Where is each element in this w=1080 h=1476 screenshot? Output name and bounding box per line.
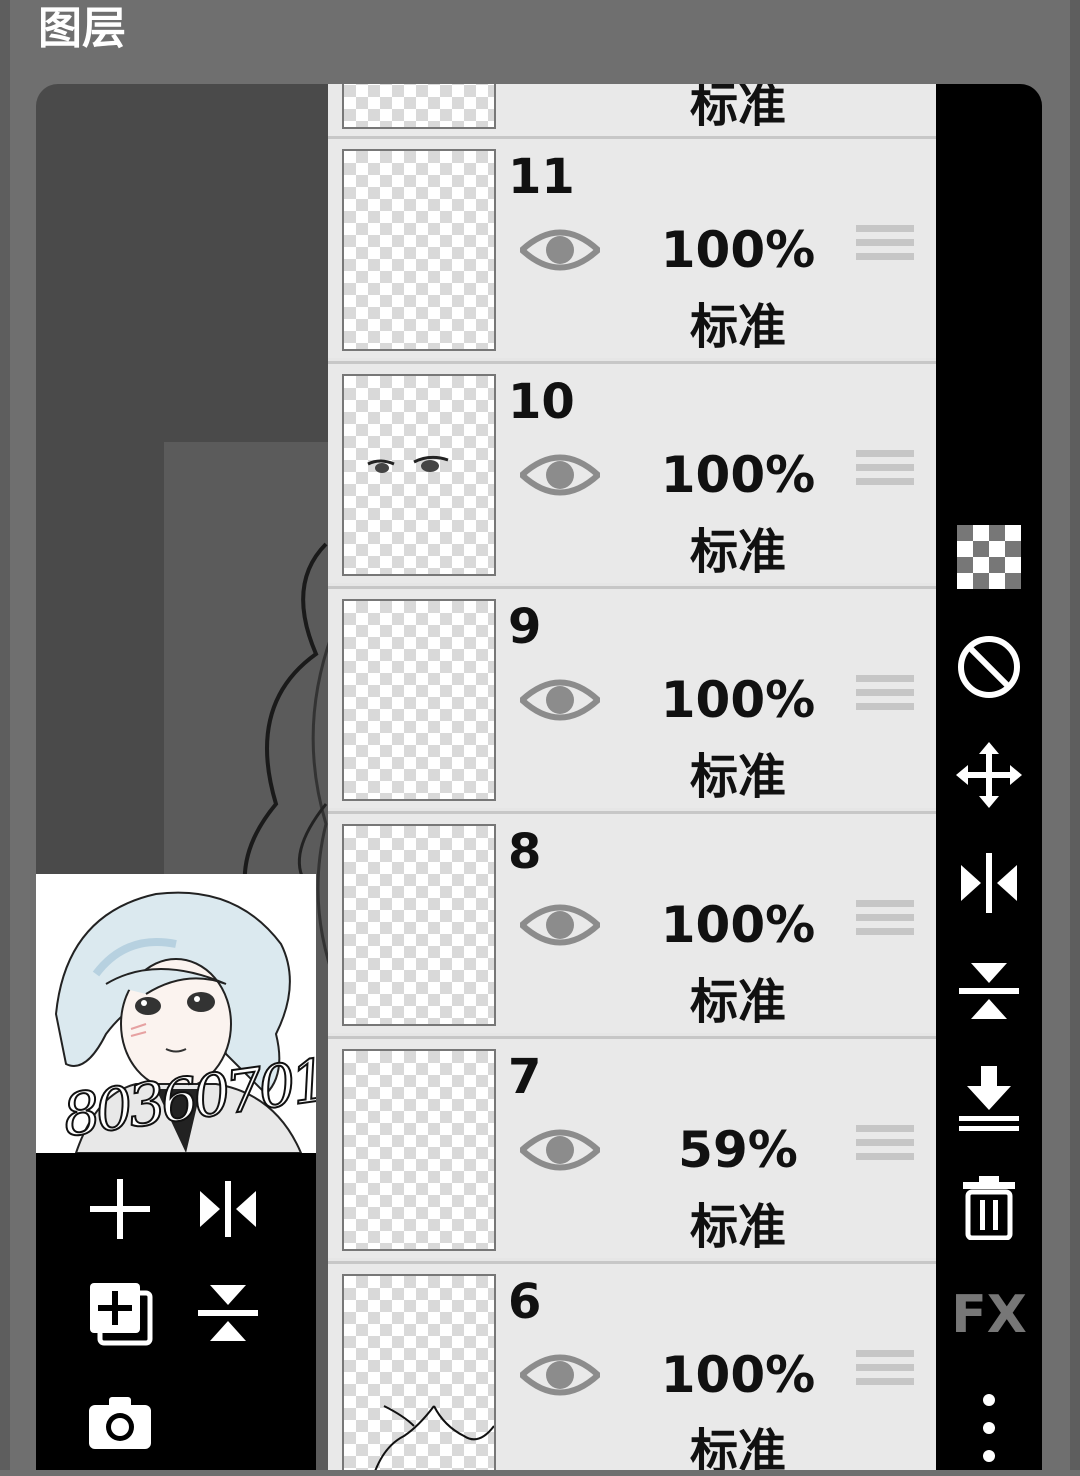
- layer-number: 10: [508, 374, 575, 430]
- layer-row[interactable]: 标准: [328, 84, 936, 136]
- layer-blend-mode[interactable]: 标准: [633, 287, 843, 357]
- layer-blend-mode[interactable]: 标准: [633, 84, 843, 135]
- layer-row[interactable]: 7 59% 标准: [328, 1036, 936, 1258]
- layer-thumbnail: [342, 824, 496, 1026]
- layer-blend-mode[interactable]: 标准: [633, 1412, 843, 1470]
- layer-opacity[interactable]: 100%: [633, 671, 843, 729]
- layer-number: 8: [508, 824, 542, 880]
- drag-handle-icon[interactable]: [856, 225, 914, 267]
- drag-handle-icon[interactable]: [856, 900, 914, 942]
- layer-row[interactable]: 10 100% 标准: [328, 361, 936, 583]
- drag-handle-icon[interactable]: [856, 675, 914, 717]
- transparency-checker-icon: [957, 525, 1021, 589]
- right-toolbar: FX: [936, 84, 1042, 1470]
- more-button[interactable]: [956, 1380, 1022, 1476]
- plus-icon: [90, 1179, 150, 1239]
- move-arrows-icon: [956, 742, 1022, 808]
- drag-handle-icon[interactable]: [856, 450, 914, 492]
- layer-blend-mode[interactable]: 标准: [633, 737, 843, 807]
- delete-layer-button[interactable]: [956, 1174, 1022, 1240]
- artwork-preview[interactable]: 80360701: [36, 874, 316, 1153]
- layer-thumbnail: [342, 374, 496, 576]
- merge-down-button[interactable]: [956, 1066, 1022, 1132]
- hair-sketch: [374, 1405, 495, 1470]
- fx-button[interactable]: FX: [951, 1282, 1027, 1348]
- panel-title: 图层: [38, 3, 126, 54]
- layer-thumbnail: [342, 84, 496, 129]
- flip-horizontal-icon: [200, 1181, 256, 1237]
- layer-list[interactable]: 标准 11 100% 标准 10 100% 标准 9 100% 标准 8 100…: [328, 84, 936, 1470]
- layer-row[interactable]: 6 100% 标准: [328, 1261, 936, 1470]
- layer-opacity[interactable]: 100%: [633, 896, 843, 954]
- eye-icon[interactable]: [520, 898, 600, 952]
- duplicate-layer-icon: [90, 1283, 153, 1346]
- layer-thumbnail: [342, 1049, 496, 1251]
- flip-horizontal-button[interactable]: [192, 1173, 264, 1245]
- eye-icon[interactable]: [520, 223, 600, 277]
- layer-opacity[interactable]: 59%: [633, 1121, 843, 1179]
- layer-blend-mode[interactable]: 标准: [633, 962, 843, 1032]
- layer-thumbnail: [342, 599, 496, 801]
- layer-number: 11: [508, 149, 575, 205]
- trash-icon: [963, 1176, 1015, 1240]
- layer-opacity[interactable]: 100%: [633, 1346, 843, 1404]
- flip-horizontal-button[interactable]: [956, 850, 1022, 916]
- add-layer-button[interactable]: [84, 1173, 156, 1245]
- flip-vertical-icon: [198, 1285, 258, 1341]
- flip-vertical-icon: [959, 963, 1019, 1019]
- layer-number: 7: [508, 1049, 542, 1105]
- layer-opacity[interactable]: 100%: [633, 446, 843, 504]
- camera-icon: [89, 1397, 151, 1449]
- eye-icon[interactable]: [520, 673, 600, 727]
- drag-handle-icon[interactable]: [856, 1350, 914, 1392]
- layer-blend-mode[interactable]: 标准: [633, 512, 843, 582]
- eyes-sketch: [367, 455, 449, 473]
- left-toolbar: [36, 1153, 316, 1470]
- merge-down-icon: [959, 1066, 1019, 1131]
- layer-blend-mode[interactable]: 标准: [633, 1187, 843, 1257]
- drag-handle-icon[interactable]: [856, 1125, 914, 1167]
- fx-icon: FX: [951, 1285, 1027, 1345]
- flip-horizontal-icon: [961, 853, 1017, 913]
- more-vertical-icon: [983, 1394, 995, 1462]
- flip-vertical-button[interactable]: [192, 1277, 264, 1349]
- duplicate-layer-button[interactable]: [84, 1277, 156, 1349]
- frame-edge-right: [1070, 0, 1080, 1470]
- layer-number: 6: [508, 1274, 542, 1330]
- frame-edge-left: [0, 0, 10, 1470]
- camera-button[interactable]: [84, 1387, 156, 1459]
- layer-opacity[interactable]: 100%: [633, 221, 843, 279]
- layer-thumbnail: [342, 1274, 496, 1470]
- layer-number: 9: [508, 599, 542, 655]
- layer-row[interactable]: 8 100% 标准: [328, 811, 936, 1033]
- layer-row[interactable]: 9 100% 标准: [328, 586, 936, 808]
- move-button[interactable]: [956, 742, 1022, 808]
- eye-icon[interactable]: [520, 448, 600, 502]
- eye-icon[interactable]: [520, 1348, 600, 1402]
- invert-button[interactable]: [956, 634, 1022, 700]
- flip-vertical-button[interactable]: [956, 958, 1022, 1024]
- transparency-button[interactable]: [956, 524, 1022, 590]
- invert-circle-icon: [958, 636, 1020, 698]
- eye-icon[interactable]: [520, 1123, 600, 1177]
- layer-thumbnail: [342, 149, 496, 351]
- layer-row[interactable]: 11 100% 标准: [328, 136, 936, 358]
